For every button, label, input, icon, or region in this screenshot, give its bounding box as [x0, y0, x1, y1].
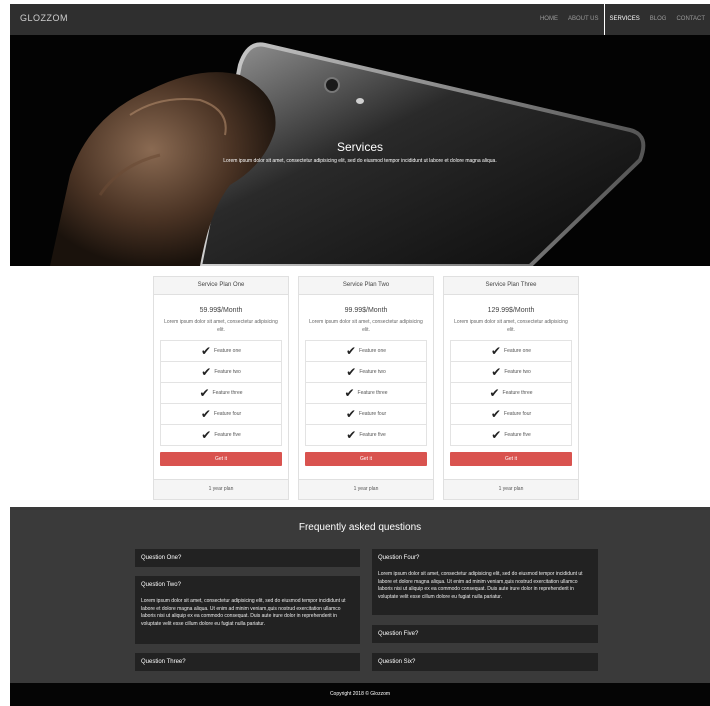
question-title[interactable]: Question Four?	[372, 549, 598, 567]
check-icon: ✔	[344, 386, 355, 400]
check-icon: ✔	[345, 344, 357, 358]
feature-label: Feature five	[214, 432, 241, 438]
feature-item: ✔ Feature one	[161, 341, 281, 361]
check-icon: ✔	[199, 386, 210, 400]
footer: Copyright 2018 © Glozzom	[10, 683, 710, 706]
feature-item: ✔ Feature one	[306, 341, 426, 361]
plan-price: 99.99$/Month	[344, 307, 388, 314]
nav-menu: HOME ABOUT US SERVICES BLOG CONTACT	[535, 4, 710, 35]
check-icon: ✔	[489, 386, 500, 400]
plan-footer: 1 year plan	[154, 479, 288, 499]
faq-item-five[interactable]: Question Five?	[372, 625, 598, 643]
faq-item-three[interactable]: Question Three?	[135, 653, 360, 671]
feature-label: Feature four	[358, 411, 387, 417]
plan-name: Service Plan One	[154, 277, 288, 295]
faq-section: Frequently asked questions Question One?…	[10, 507, 710, 683]
feature-item: ✔ Feature three	[306, 382, 426, 403]
faq-item-four[interactable]: Question Four? Lorem ipsum dolor sit ame…	[372, 549, 598, 615]
feature-list: ✔ Feature one ✔ Feature two ✔ Feature three…	[450, 340, 572, 446]
check-icon: ✔	[201, 428, 212, 442]
service-plans: Service Plan One 59.99$/Month Lorem ipsu…	[153, 276, 579, 501]
feature-label: Feature three	[212, 390, 243, 396]
navbar: GLOZZOM HOME ABOUT US SERVICES BLOG CONT…	[10, 4, 710, 35]
feature-item: ✔ Feature two	[451, 361, 571, 382]
plan-card-three: Service Plan Three 129.99$/Month Lorem i…	[443, 276, 579, 500]
question-title[interactable]: Question Three?	[135, 653, 360, 671]
plan-card-two: Service Plan Two 99.99$/Month Lorem ipsu…	[298, 276, 434, 500]
nav-link-contact[interactable]: CONTACT	[671, 4, 710, 35]
feature-label: Feature one	[359, 348, 387, 354]
feature-item: ✔ Feature three	[451, 382, 571, 403]
faq-title: Frequently asked questions	[298, 522, 422, 533]
get-it-button[interactable]: Get it	[160, 452, 282, 466]
plan-description: Lorem ipsum dolor sit amet, consectetur …	[164, 319, 278, 333]
feature-item: ✔ Feature five	[161, 424, 281, 445]
feature-item: ✔ Feature four	[161, 403, 281, 424]
check-icon: ✔	[200, 407, 211, 421]
feature-item: ✔ Feature one	[451, 341, 571, 361]
page: GLOZZOM HOME ABOUT US SERVICES BLOG CONT…	[10, 4, 710, 706]
feature-label: Feature four	[503, 411, 532, 417]
faq-item-one[interactable]: Question One?	[135, 549, 360, 567]
plan-name: Service Plan Three	[444, 277, 578, 295]
plan-price: 59.99$/Month	[199, 307, 243, 314]
feature-label: Feature five	[504, 432, 531, 438]
nav-link-about-us[interactable]: ABOUT US	[563, 4, 604, 35]
feature-item: ✔ Feature two	[306, 361, 426, 382]
check-icon: ✔	[346, 365, 357, 379]
feature-item: ✔ Feature two	[161, 361, 281, 382]
nav-link-home[interactable]: HOME	[535, 4, 563, 35]
check-icon: ✔	[490, 407, 501, 421]
check-icon: ✔	[345, 407, 356, 421]
feature-label: Feature two	[359, 369, 386, 375]
feature-label: Feature two	[504, 369, 531, 375]
feature-item: ✔ Feature four	[306, 403, 426, 424]
check-icon: ✔	[201, 365, 212, 379]
check-icon: ✔	[490, 344, 502, 358]
feature-item: ✔ Feature five	[451, 424, 571, 445]
feature-list: ✔ Feature one ✔ Feature two ✔ Feature three…	[160, 340, 282, 446]
feature-label: Feature one	[504, 348, 532, 354]
question-title[interactable]: Question Two?	[135, 576, 360, 594]
question-title[interactable]: Question Five?	[372, 625, 598, 643]
brand-logo[interactable]: GLOZZOM	[20, 13, 68, 23]
check-icon: ✔	[200, 344, 212, 358]
feature-label: Feature five	[359, 432, 386, 438]
nav-link-blog[interactable]: BLOG	[645, 4, 672, 35]
feature-label: Feature two	[214, 369, 241, 375]
plan-price: 129.99$/Month	[487, 307, 535, 314]
plan-name: Service Plan Two	[299, 277, 433, 295]
hero-subtitle: Lorem ipsum dolor sit amet, consectetur …	[223, 158, 497, 164]
question-title[interactable]: Question One?	[135, 549, 360, 567]
question-answer: Lorem ipsum dolor sit amet, consectetur …	[378, 571, 583, 600]
get-it-button[interactable]: Get it	[305, 452, 427, 466]
plan-description: Lorem ipsum dolor sit amet, consectetur …	[454, 319, 568, 333]
check-icon: ✔	[491, 365, 502, 379]
feature-label: Feature three	[502, 390, 533, 396]
plan-footer: 1 year plan	[299, 479, 433, 499]
faq-item-two[interactable]: Question Two? Lorem ipsum dolor sit amet…	[135, 576, 360, 644]
feature-item: ✔ Feature five	[306, 424, 426, 445]
copyright-text: Copyright 2018 © Glozzom	[329, 691, 391, 697]
question-answer: Lorem ipsum dolor sit amet, consectetur …	[141, 598, 346, 627]
question-title[interactable]: Question Six?	[372, 653, 598, 671]
hero-banner: Services Lorem ipsum dolor sit amet, con…	[10, 35, 710, 266]
plan-card-one: Service Plan One 59.99$/Month Lorem ipsu…	[153, 276, 289, 500]
check-icon: ✔	[346, 428, 357, 442]
nav-link-services[interactable]: SERVICES	[603, 4, 645, 35]
feature-label: Feature four	[213, 411, 242, 417]
feature-label: Feature one	[214, 348, 242, 354]
feature-label: Feature three	[357, 390, 388, 396]
get-it-button[interactable]: Get it	[450, 452, 572, 466]
check-icon: ✔	[491, 428, 502, 442]
faq-item-six[interactable]: Question Six?	[372, 653, 598, 671]
feature-list: ✔ Feature one ✔ Feature two ✔ Feature three…	[305, 340, 427, 446]
feature-item: ✔ Feature four	[451, 403, 571, 424]
plan-description: Lorem ipsum dolor sit amet, consectetur …	[309, 319, 423, 333]
feature-item: ✔ Feature three	[161, 382, 281, 403]
hero-title: Services	[336, 140, 383, 154]
plan-footer: 1 year plan	[444, 479, 578, 499]
